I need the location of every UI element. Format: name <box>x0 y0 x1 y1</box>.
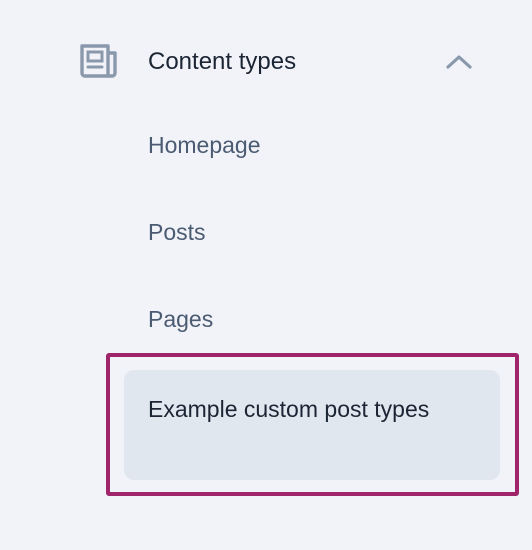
content-types-nav: Content types Homepage Posts Pages Examp… <box>0 0 532 550</box>
nav-item-example-custom-post-types[interactable]: Example custom post types <box>124 370 500 480</box>
content-types-header[interactable]: Content types <box>78 40 478 84</box>
nav-item-posts[interactable]: Posts <box>148 217 206 247</box>
section-title: Content types <box>148 48 297 75</box>
nav-item-homepage[interactable]: Homepage <box>148 130 261 160</box>
newspaper-icon <box>78 42 120 82</box>
nav-item-pages[interactable]: Pages <box>148 304 213 334</box>
nav-item-label: Example custom post types <box>148 396 430 422</box>
chevron-up-icon[interactable] <box>444 48 474 76</box>
